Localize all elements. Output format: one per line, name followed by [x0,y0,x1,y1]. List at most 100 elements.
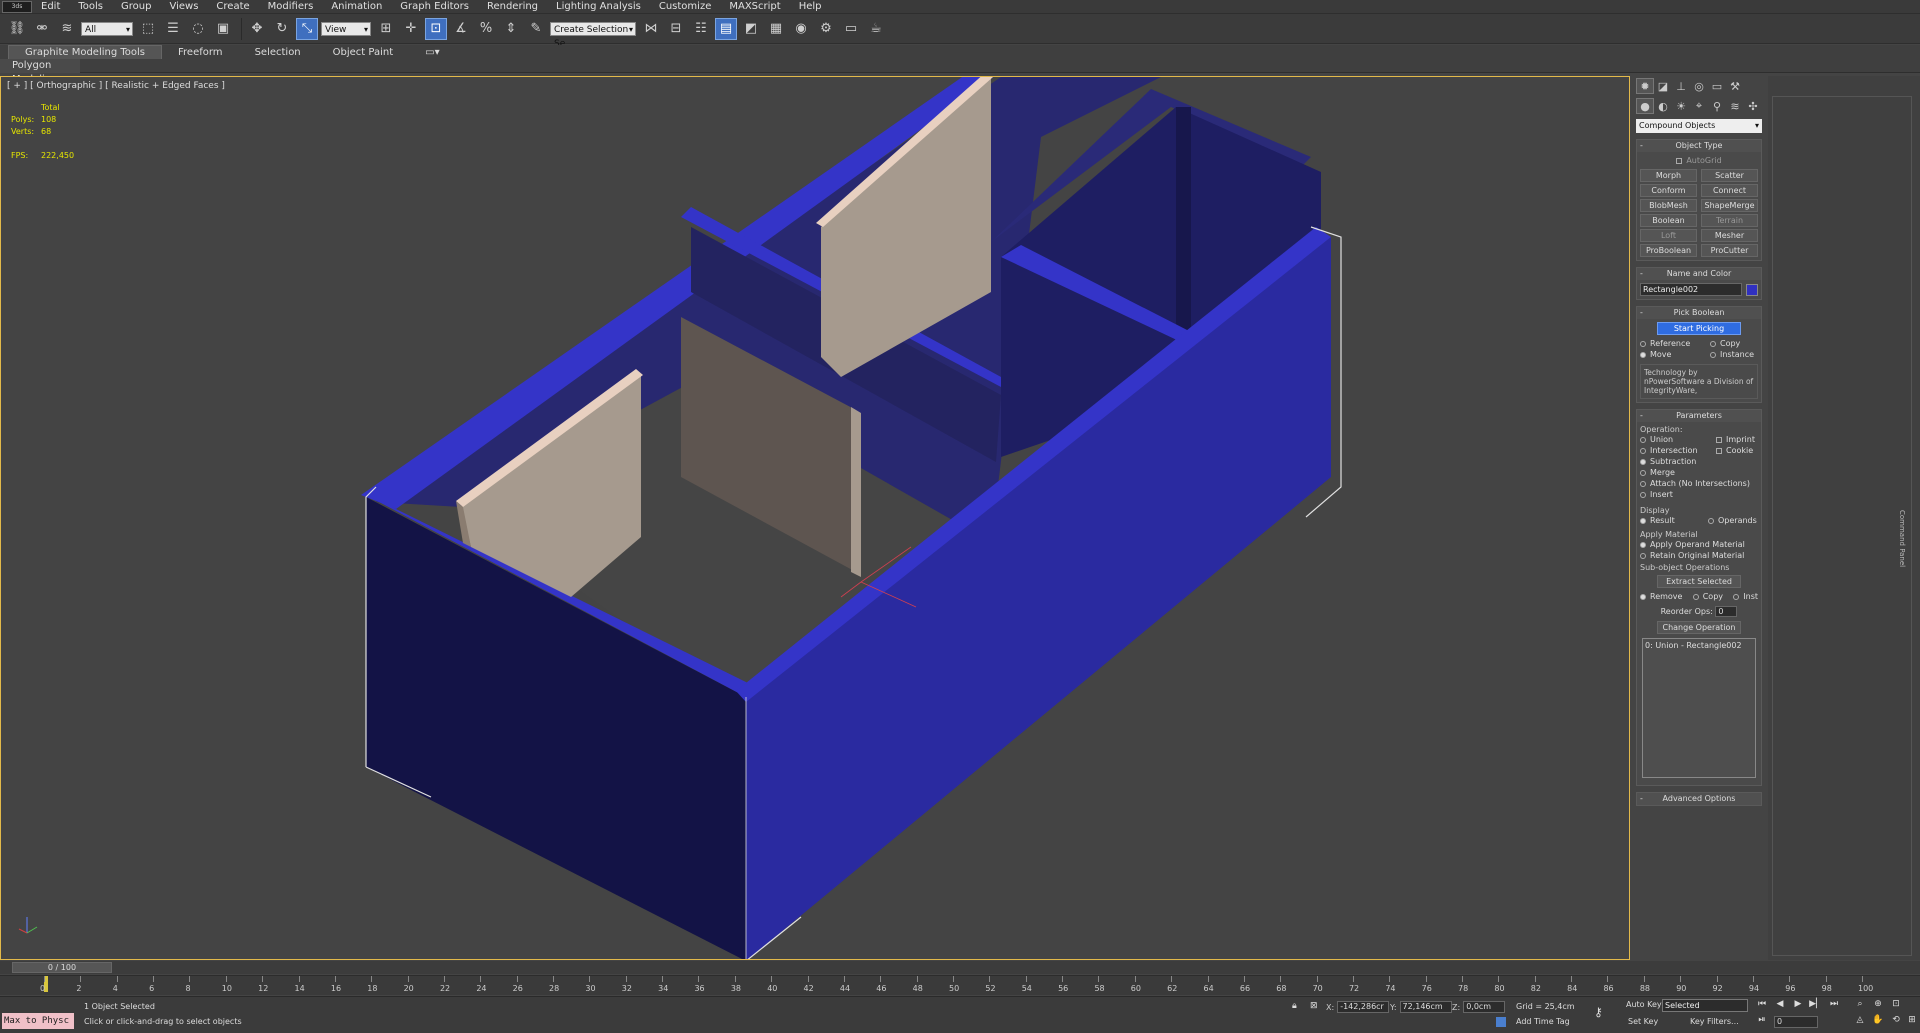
edit-named-selection-icon[interactable]: ✎ [525,18,547,40]
scatter-button[interactable]: Scatter [1701,169,1758,182]
union-radio[interactable] [1640,436,1646,443]
viewport-label[interactable]: [ + ] [ Orthographic ] [ Realistic + Edg… [7,81,225,91]
go-to-end-icon[interactable]: ⏭ [1826,999,1842,1013]
object-color-swatch[interactable] [1746,283,1758,296]
menu-help[interactable]: Help [790,0,831,14]
systems-icon[interactable]: ✣ [1744,98,1762,114]
lock-icon[interactable]: 🔒︎ [1292,1001,1297,1011]
tab-selection[interactable]: Selection [239,46,317,59]
operand-list[interactable]: 0: Union - Rectangle002 [1642,638,1756,778]
menu-group[interactable]: Group [112,0,160,14]
mirror-icon[interactable]: ⋈ [640,18,662,40]
unlink-icon[interactable]: ⚮ [31,18,53,40]
schematic-view-icon[interactable]: ▦ [765,18,787,40]
app-logo[interactable]: 3ds [2,0,32,13]
current-frame-field[interactable]: 0 [1774,1016,1818,1028]
shapemerge-button[interactable]: ShapeMerge [1701,199,1758,212]
named-selection-dropdown[interactable]: Create Selection Se [550,21,636,49]
maximize-viewport-icon[interactable]: ⊞ [1904,1015,1920,1029]
reference-coordinate-dropdown[interactable]: View [321,21,371,37]
menu-customize[interactable]: Customize [650,0,721,14]
zoom-all-icon[interactable]: ⊕ [1870,999,1886,1013]
rollout-parameters-header[interactable]: Parameters [1637,410,1761,422]
helpers-icon[interactable]: ⚲ [1708,98,1726,114]
reference-radio[interactable] [1640,340,1646,347]
time-tag-icon[interactable] [1496,1017,1506,1027]
operands-radio[interactable] [1708,517,1714,524]
menu-graph-editors[interactable]: Graph Editors [391,0,478,14]
select-object-icon[interactable]: ⬚ [137,18,159,40]
boolean-button[interactable]: Boolean [1640,214,1697,227]
motion-tab-icon[interactable]: ◎ [1690,78,1708,94]
operand-list-item[interactable]: 0: Union - Rectangle002 [1645,641,1753,650]
viewport-orthographic[interactable]: [ + ] [ Orthographic ] [ Realistic + Edg… [0,76,1630,960]
pan-icon[interactable]: ✋ [1870,1015,1886,1029]
menu-edit[interactable]: Edit [32,0,69,14]
retain-original-material-radio[interactable] [1640,552,1646,559]
extract-selected-button[interactable]: Extract Selected [1657,575,1741,588]
rollout-pick-boolean-header[interactable]: Pick Boolean [1637,307,1761,319]
conform-button[interactable]: Conform [1640,184,1697,197]
curve-editor-icon[interactable]: ◩ [740,18,762,40]
menu-create[interactable]: Create [207,0,258,14]
key-mode-toggle-icon[interactable]: ⏯ [1754,1015,1770,1029]
menu-tools[interactable]: Tools [69,0,112,14]
z-coordinate-field[interactable]: 0,0cm [1463,1001,1506,1013]
menu-modifiers[interactable]: Modifiers [259,0,323,14]
blobmesh-button[interactable]: BlobMesh [1640,199,1697,212]
menu-rendering[interactable]: Rendering [478,0,547,14]
copy-op-radio[interactable] [1692,593,1699,600]
window-crossing-icon[interactable]: ▣ [212,18,234,40]
tab-freeform[interactable]: Freeform [162,46,239,59]
select-by-name-icon[interactable]: ☰ [162,18,184,40]
select-scale-icon[interactable]: ⤡ [296,17,318,40]
loft-button[interactable]: Loft [1640,229,1697,242]
attach-radio[interactable] [1640,480,1646,487]
terrain-button[interactable]: Terrain [1701,214,1758,227]
auto-key-button[interactable]: Auto Key [1626,1000,1662,1009]
start-picking-button[interactable]: Start Picking [1657,322,1741,335]
object-name-field[interactable]: Rectangle002 [1640,283,1742,296]
select-rotate-icon[interactable]: ↻ [271,18,293,40]
rollout-name-and-color-header[interactable]: Name and Color [1637,268,1761,280]
add-time-tag[interactable]: Add Time Tag [1516,1017,1570,1026]
result-radio[interactable] [1640,517,1646,524]
category-dropdown[interactable]: Compound Objects [1636,119,1762,133]
spinner-snap-icon[interactable]: ⇕ [500,18,522,40]
maxscript-listener[interactable]: Max to Physc [2,1013,74,1029]
pivot-center-icon[interactable]: ⊞ [375,18,397,40]
menu-maxscript[interactable]: MAXScript [720,0,789,14]
connect-button[interactable]: Connect [1701,184,1758,197]
merge-radio[interactable] [1640,469,1646,476]
track-bar[interactable]: 0 2 4 6 8 10 12 14 16 18 20 22 24 26 28 30 32 34 36 38 40 42 4… [0,975,1920,995]
imprint-checkbox[interactable] [1716,436,1722,443]
instance-radio[interactable] [1710,351,1716,358]
zoom-icon[interactable]: ⌕ [1852,999,1868,1013]
proboolean-button[interactable]: ProBoolean [1640,244,1697,257]
procutter-button[interactable]: ProCutter [1701,244,1758,257]
field-of-view-icon[interactable]: ◬ [1852,1015,1868,1029]
previous-frame-icon[interactable]: ◀ [1772,999,1788,1013]
move-radio[interactable] [1640,351,1646,358]
percent-snap-icon[interactable]: % [475,18,497,40]
snaps-toggle-icon[interactable]: ⊡ [425,17,447,40]
set-key-button[interactable]: Set Key [1628,1017,1658,1026]
rollout-advanced-options-header[interactable]: Advanced Options [1637,793,1761,805]
next-frame-icon[interactable]: ▶▏ [1808,999,1824,1013]
ribbon-options-icon[interactable]: ▭▾ [409,46,455,59]
time-slider[interactable]: 0 / 100 [12,962,112,973]
rendered-frame-icon[interactable]: ▭ [840,18,862,40]
material-editor-icon[interactable]: ◉ [790,18,812,40]
scene-geometry[interactable] [1,77,1630,960]
y-coordinate-field[interactable]: 72,146cm [1399,1001,1452,1013]
key-mode-dropdown[interactable]: Selected [1662,999,1748,1012]
utilities-tab-icon[interactable]: ⚒ [1726,78,1744,94]
rollout-object-type-header[interactable]: Object Type [1637,140,1761,152]
geometry-icon[interactable]: ● [1636,98,1654,114]
autogrid-checkbox[interactable] [1676,157,1683,164]
bind-space-warp-icon[interactable]: ≋ [56,18,78,40]
reorder-ops-spinner[interactable]: 0 [1715,606,1738,617]
angle-snap-icon[interactable]: ∡ [450,18,472,40]
menu-views[interactable]: Views [160,0,207,14]
remove-radio[interactable] [1640,593,1646,600]
